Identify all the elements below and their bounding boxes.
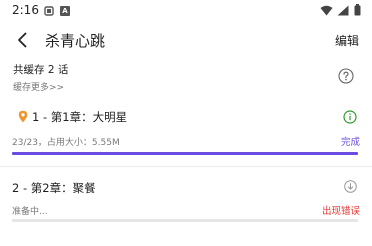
wifi-icon: [320, 5, 333, 16]
item-title: 1 - 第1章：大明星: [32, 110, 128, 124]
back-arrow-icon[interactable]: [14, 31, 32, 49]
help-icon[interactable]: [338, 68, 354, 84]
item-status: 出现错误: [321, 206, 360, 217]
app-bar: 杀青心跳 编辑: [0, 22, 372, 58]
divider: [0, 166, 372, 167]
cache-count-text: 共缓存 2 话: [13, 64, 69, 76]
app-notification-icon: A: [60, 6, 70, 16]
download-progress-fill: [12, 152, 358, 155]
info-icon[interactable]: [343, 110, 357, 124]
item-title: 2 - 第2章：聚餐: [12, 181, 96, 195]
status-bar: 2:16 A: [0, 0, 372, 22]
location-pin-icon: [18, 110, 28, 123]
download-list-item[interactable]: 1 - 第1章：大明星 23/23，占用大小：5.55M 完成: [0, 102, 372, 164]
notification-icon: [44, 6, 54, 16]
download-icon[interactable]: [344, 180, 357, 193]
battery-icon: [354, 4, 361, 16]
item-status: 完成: [340, 137, 360, 148]
edit-button[interactable]: 编辑: [335, 32, 359, 49]
status-time: 2:16: [12, 3, 39, 17]
item-status-detail: 准备中...: [12, 207, 48, 217]
signal-icon: [337, 5, 349, 16]
download-progress-bar: [12, 219, 358, 222]
item-size-info: 23/23，占用大小：5.55M: [12, 138, 120, 148]
cache-more-link[interactable]: 缓存更多>>: [13, 80, 64, 93]
download-progress-bar: [12, 152, 358, 155]
download-list-item[interactable]: 2 - 第2章：聚餐 准备中... 出现错误: [0, 170, 372, 230]
page-title: 杀青心跳: [45, 32, 106, 50]
